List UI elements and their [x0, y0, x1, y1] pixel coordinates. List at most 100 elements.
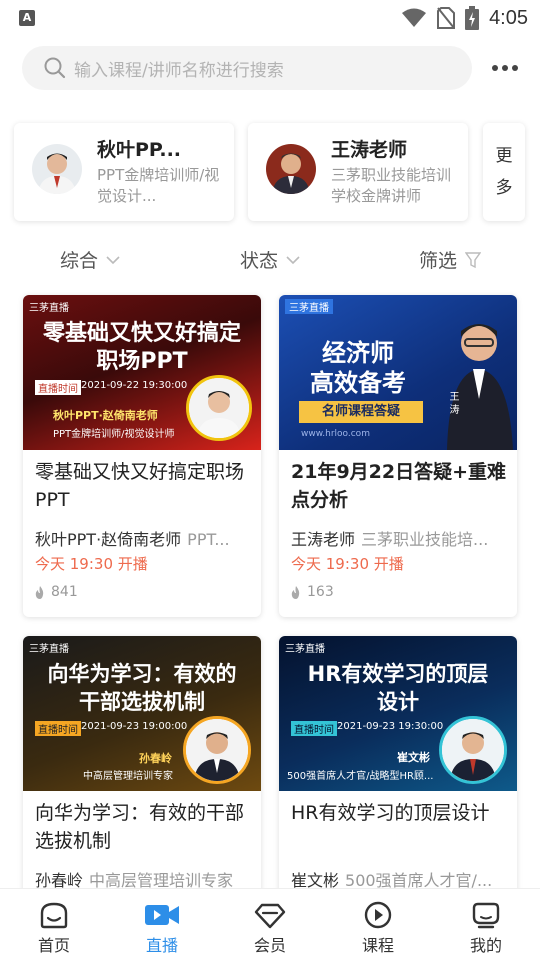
search-icon: [44, 57, 66, 79]
thumb-time-label: 直播时间: [291, 721, 337, 736]
course-teacher: 王涛老师 三茅职业技能培...: [291, 526, 507, 550]
flame-icon: [35, 585, 44, 599]
nav-label: 直播: [145, 936, 178, 955]
nav-courses[interactable]: 课程: [324, 889, 432, 960]
profile-icon: [472, 902, 500, 929]
teacher-card[interactable]: 秋叶PP... PPT金牌培训师/视觉设计...: [14, 123, 234, 221]
filter-label: 筛选: [419, 250, 458, 272]
nav-label: 我的: [469, 936, 502, 955]
more-dots-icon: [492, 65, 498, 71]
teacher-desc: PPT金牌培训师/视觉设计...: [97, 166, 220, 205]
course-title: 向华为学习：有效的干部选拔机制: [35, 802, 245, 852]
view-count-value: 841: [51, 584, 78, 600]
brand-tag: 三茅直播: [29, 303, 69, 314]
search-input[interactable]: 输入课程/讲师名称进行搜索: [22, 46, 472, 90]
video-camera-icon: [145, 905, 179, 925]
live-time: 今天 19:30 开播: [35, 555, 148, 573]
teacher-card[interactable]: 王涛老师 三茅职业技能培训学校金牌讲师: [248, 123, 468, 221]
thumb-ribbon: 名师课程答疑: [299, 401, 423, 423]
filter-screen[interactable]: 筛选: [419, 246, 482, 273]
speaker-photo: [443, 303, 517, 450]
thumb-site: www.hrloo.com: [301, 429, 370, 439]
nav-home[interactable]: 首页: [0, 889, 108, 960]
battery-charging-icon: [465, 6, 480, 30]
bottom-nav: 首页 直播 会员 课程 我的: [0, 888, 540, 960]
view-count: 841: [35, 584, 78, 600]
course-title: 21年9月22日答疑+重难点分析: [291, 461, 507, 511]
thumb-headline: 干部选拔机制: [79, 690, 205, 714]
teacher-list: 秋叶PP... PPT金牌培训师/视觉设计... 王涛老师 三茅职业技能培训学校…: [14, 123, 540, 221]
view-count-value: 163: [307, 584, 334, 600]
status-bar: A 4:05: [0, 0, 540, 36]
course-teacher: 秋叶PPT·赵倚南老师 PPT...: [35, 526, 251, 550]
more-options-button[interactable]: [490, 54, 520, 82]
course-thumbnail: 三茅直播 零基础又快又好搞定 职场PPT 直播时间 2021-09-22 19:…: [23, 295, 261, 450]
thumb-time: 2021-09-23 19:30:00: [337, 721, 444, 732]
teacher-sub: 三茅职业技能培...: [361, 530, 489, 549]
course-card[interactable]: 三茅直播 零基础又快又好搞定 职场PPT 直播时间 2021-09-22 19:…: [23, 295, 261, 617]
search-row: 输入课程/讲师名称进行搜索: [22, 46, 520, 90]
thumb-headline: 职场PPT: [96, 349, 188, 374]
filter-sort[interactable]: 综合: [60, 246, 120, 273]
teacher-avatar: [32, 144, 82, 194]
thumb-time-label: 直播时间: [35, 380, 81, 395]
teacher-name: 王涛老师: [291, 530, 356, 549]
play-circle-icon: [364, 901, 392, 929]
teacher-avatar: [266, 144, 316, 194]
no-sim-icon: [437, 7, 456, 29]
thumb-speaker-title: 中高层管理培训专家: [83, 771, 173, 782]
thumb-speaker: 孙春岭: [139, 752, 172, 765]
course-title: 零基础又快又好搞定职场PPT: [35, 461, 245, 511]
wifi-icon: [402, 8, 427, 27]
thumb-headline: 向华为学习：有效的: [47, 662, 237, 686]
course-card[interactable]: 三茅直播 向华为学习：有效的 干部选拔机制 直播时间 2021-09-23 19…: [23, 636, 261, 916]
teacher-name: 王涛老师: [331, 139, 408, 161]
thumb-side-name: 王 涛: [447, 391, 458, 415]
brand-tag: 三茅直播: [29, 644, 69, 655]
teacher-desc: 三茅职业技能培训学校金牌讲师: [331, 166, 452, 205]
chevron-down-icon: [106, 255, 120, 264]
brand-tag: 三茅直播: [285, 299, 333, 314]
filter-icon: [465, 251, 482, 268]
more-teachers-button[interactable]: 更多: [483, 123, 525, 221]
clock: 4:05: [489, 6, 528, 29]
live-time: 今天 19:30 开播: [291, 555, 404, 573]
teacher-sub: PPT...: [187, 530, 230, 549]
speaker-photo: [186, 375, 252, 441]
more-dot: [512, 65, 518, 71]
flame-icon: [291, 585, 300, 599]
thumb-headline: HR有效学习的顶层: [307, 662, 489, 686]
nav-label: 课程: [361, 936, 394, 955]
chevron-down-icon: [286, 255, 300, 264]
course-card[interactable]: 三茅直播 经济师 高效备考 名师课程答疑 www.hrloo.com 王 涛 2…: [279, 295, 517, 617]
thumb-time: 2021-09-23 19:00:00: [81, 721, 188, 732]
diamond-icon: [254, 903, 286, 929]
teacher-name: 秋叶PPT·赵倚南老师: [35, 530, 182, 549]
thumb-speaker: 崔文彬: [397, 751, 430, 764]
filter-bar: 综合 状态 筛选: [0, 240, 540, 280]
nav-profile[interactable]: 我的: [432, 889, 540, 960]
filter-label: 综合: [60, 250, 99, 272]
app-notification-icon: A: [19, 10, 35, 26]
thumb-speaker: 秋叶PPT·赵倚南老师: [53, 409, 158, 422]
more-dot: [502, 65, 508, 71]
thumb-speaker-title: PPT金牌培训师/视觉设计师: [53, 429, 175, 440]
nav-label: 会员: [253, 936, 286, 955]
course-thumbnail: 三茅直播 经济师 高效备考 名师课程答疑 www.hrloo.com 王 涛: [279, 295, 517, 450]
thumb-time-label: 直播时间: [35, 721, 81, 736]
nav-member[interactable]: 会员: [216, 889, 324, 960]
nav-live[interactable]: 直播: [108, 889, 216, 960]
speaker-photo: [183, 716, 251, 784]
filter-status[interactable]: 状态: [240, 246, 300, 273]
search-placeholder: 输入课程/讲师名称进行搜索: [74, 60, 284, 81]
course-thumbnail: 三茅直播 向华为学习：有效的 干部选拔机制 直播时间 2021-09-23 19…: [23, 636, 261, 791]
teacher-name: 秋叶PP...: [97, 139, 182, 161]
course-thumbnail: 三茅直播 HR有效学习的顶层 设计 直播时间 2021-09-23 19:30:…: [279, 636, 517, 791]
speaker-photo: [439, 716, 507, 784]
filter-label: 状态: [240, 250, 279, 272]
nav-label: 首页: [37, 936, 70, 955]
thumb-headline: 设计: [377, 690, 419, 714]
course-title: HR有效学习的顶层设计: [291, 802, 490, 824]
thumb-speaker-title: 500强首席人才官/战略型HR顾...: [287, 771, 434, 782]
course-card[interactable]: 三茅直播 HR有效学习的顶层 设计 直播时间 2021-09-23 19:30:…: [279, 636, 517, 916]
